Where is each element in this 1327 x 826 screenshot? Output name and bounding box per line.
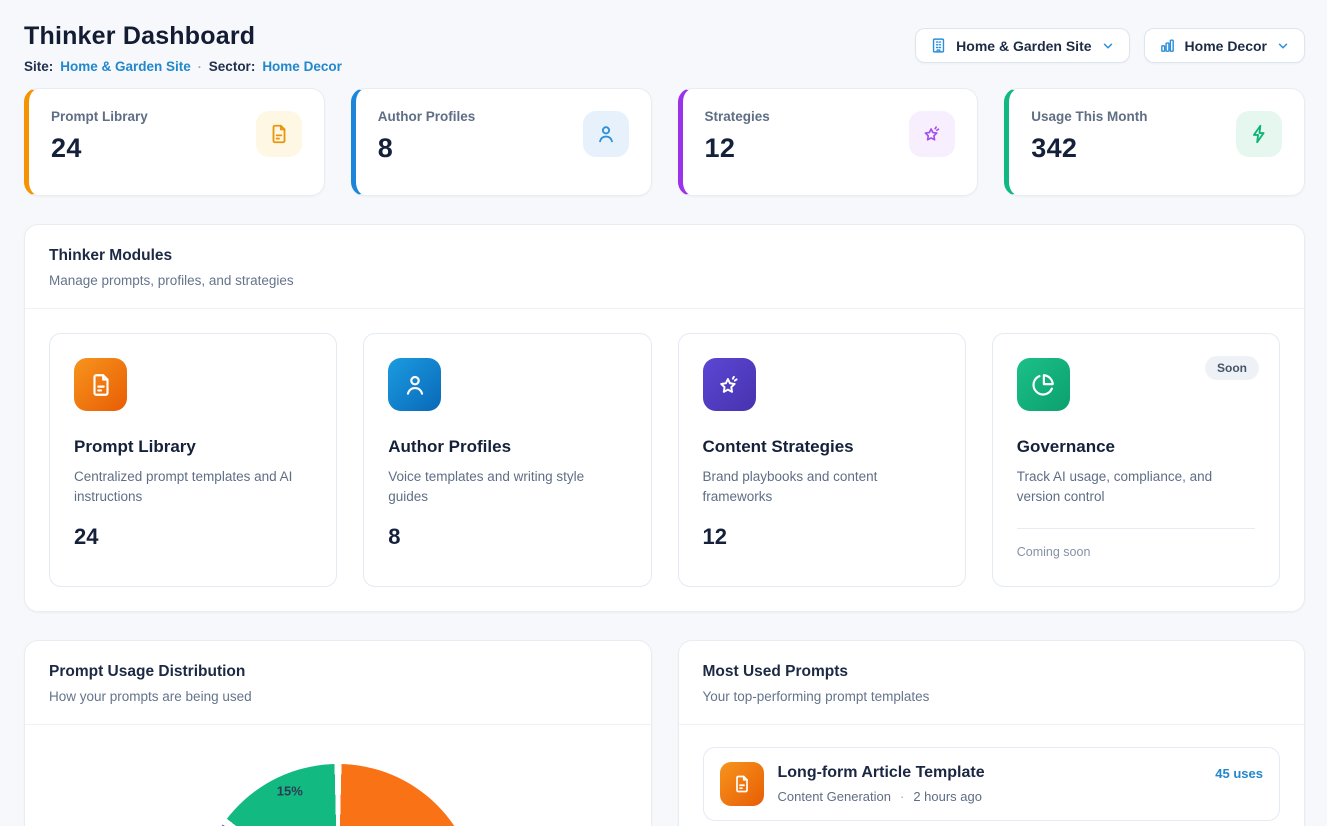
section-title: Thinker Modules [49,247,1280,265]
stat-label: Prompt Library [51,109,148,124]
stat-card-strategies: Strategies 12 [678,88,979,196]
module-title: Prompt Library [74,437,312,457]
user-icon [583,111,629,157]
usage-distribution-card: Prompt Usage Distribution How your promp… [24,640,652,826]
stat-value: 24 [51,133,148,164]
breadcrumb: Site: Home & Garden Site · Sector: Home … [24,59,342,74]
usage-card-header: Prompt Usage Distribution How your promp… [25,641,651,725]
stat-label: Strategies [705,109,770,124]
section-subtitle: How your prompts are being used [49,689,627,704]
page-title: Thinker Dashboard [24,22,342,51]
most-used-card-header: Most Used Prompts Your top-performing pr… [679,641,1305,725]
sector-selector-button[interactable]: Home Decor [1144,28,1305,63]
site-selector-button[interactable]: Home & Garden Site [915,28,1129,63]
header-selectors: Home & Garden Site Home Decor [915,28,1305,63]
star-icon [909,111,955,157]
donut-chart-area: 15% [25,725,651,826]
site-link[interactable]: Home & Garden Site [60,59,191,74]
module-card-prompt-library[interactable]: Prompt Library Centralized prompt templa… [49,333,337,587]
stat-label: Usage This Month [1031,109,1147,124]
separator-dot: · [198,60,202,74]
donut-slice-label: 15% [277,784,303,799]
pie-chart-icon [1017,358,1070,411]
chevron-down-icon [1101,39,1115,53]
module-count: 12 [703,524,941,550]
prompt-uses-count: 45 uses [1215,766,1263,781]
module-card-governance: Soon Governance Track AI usage, complian… [992,333,1280,587]
site-label: Site: [24,59,53,74]
stats-row: Prompt Library 24 Author Profiles 8 Stra… [24,88,1305,196]
module-title: Content Strategies [703,437,941,457]
section-title: Most Used Prompts [703,663,1281,681]
site-selector-value: Home & Garden Site [956,38,1091,54]
most-used-prompts-card: Most Used Prompts Your top-performing pr… [678,640,1306,826]
separator-dot: · [900,789,904,804]
prompt-list: Long-form Article Template Content Gener… [679,725,1305,826]
stat-label: Author Profiles [378,109,476,124]
module-description: Voice templates and writing style guides [388,467,626,508]
sector-selector-value: Home Decor [1185,38,1267,54]
prompt-time: 2 hours ago [913,789,982,804]
list-item[interactable]: Long-form Article Template Content Gener… [703,747,1281,821]
star-icon [703,358,756,411]
section-title: Prompt Usage Distribution [49,663,627,681]
sector-link[interactable]: Home Decor [262,59,342,74]
user-icon [388,358,441,411]
soon-badge: Soon [1205,356,1259,380]
bolt-icon [1236,111,1282,157]
modules-section: Thinker Modules Manage prompts, profiles… [24,224,1305,612]
sector-label: Sector: [209,59,256,74]
module-title: Author Profiles [388,437,626,457]
prompt-name: Long-form Article Template [778,764,1202,782]
module-count: 8 [388,524,626,550]
donut-chart: 15% [198,764,478,826]
module-title: Governance [1017,437,1255,457]
stat-card-usage: Usage This Month 342 [1004,88,1305,196]
module-description: Centralized prompt templates and AI inst… [74,467,312,508]
header-left: Thinker Dashboard Site: Home & Garden Si… [24,22,342,74]
section-subtitle: Manage prompts, profiles, and strategies [49,273,1280,288]
modules-section-header: Thinker Modules Manage prompts, profiles… [25,225,1304,309]
document-icon [720,762,764,806]
stat-value: 342 [1031,133,1147,164]
prompt-category: Content Generation [778,789,891,804]
header: Thinker Dashboard Site: Home & Garden Si… [24,22,1305,74]
document-icon [256,111,302,157]
stat-card-author-profiles: Author Profiles 8 [351,88,652,196]
section-subtitle: Your top-performing prompt templates [703,689,1281,704]
divider [1017,528,1255,529]
module-footer: Coming soon [1017,545,1255,559]
stat-card-prompt-library: Prompt Library 24 [24,88,325,196]
module-count: 24 [74,524,312,550]
chevron-down-icon [1276,39,1290,53]
document-icon [74,358,127,411]
bottom-row: Prompt Usage Distribution How your promp… [24,640,1305,826]
stat-value: 8 [378,133,476,164]
module-card-content-strategies[interactable]: Content Strategies Brand playbooks and c… [678,333,966,587]
module-description: Track AI usage, compliance, and version … [1017,467,1255,508]
stat-value: 12 [705,133,770,164]
module-description: Brand playbooks and content frameworks [703,467,941,508]
bar-chart-icon [1159,37,1176,54]
modules-grid: Prompt Library Centralized prompt templa… [25,309,1304,611]
building-icon [930,37,947,54]
module-card-author-profiles[interactable]: Author Profiles Voice templates and writ… [363,333,651,587]
dashboard-page: Thinker Dashboard Site: Home & Garden Si… [0,0,1327,826]
